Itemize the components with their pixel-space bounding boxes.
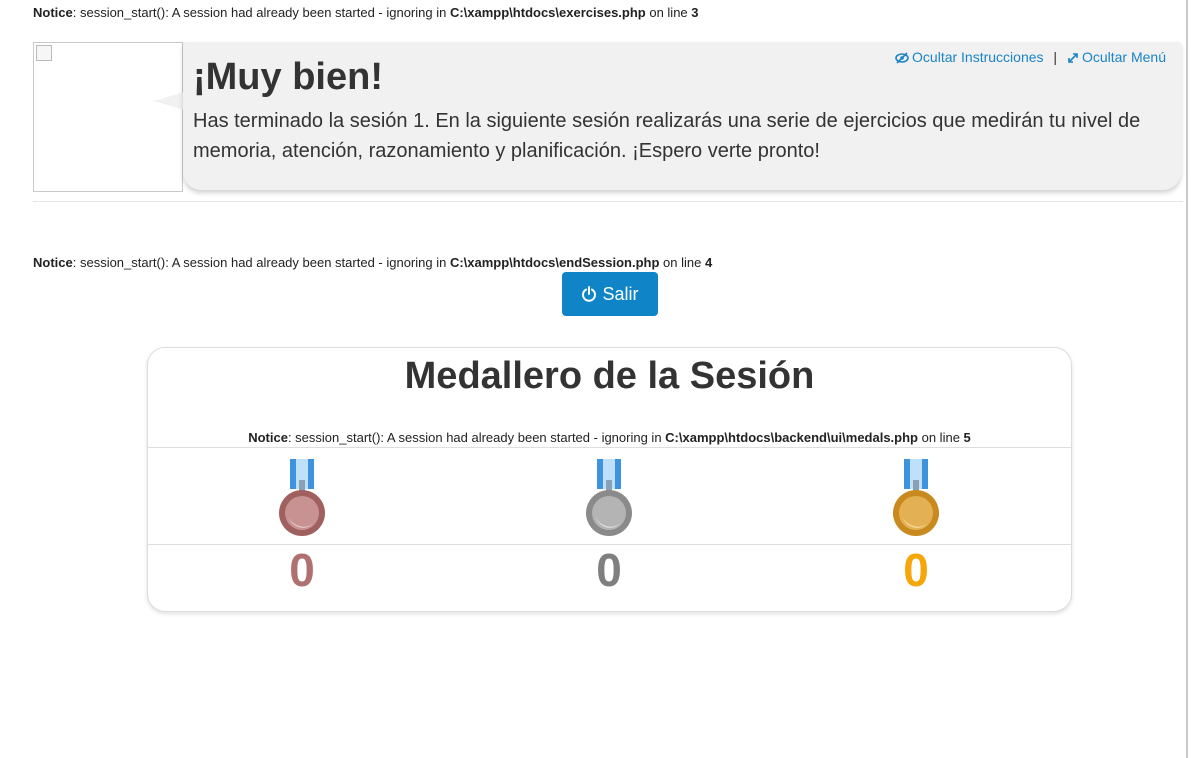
- notice-line-number: 4: [704, 255, 713, 270]
- notice-file: C:\xampp\htdocs\backend\ui\medals.php: [665, 430, 918, 445]
- hide-instructions-link[interactable]: Ocultar Instrucciones: [895, 49, 1047, 65]
- notice-prefix: Notice: [248, 430, 288, 445]
- gold-count: 0: [903, 544, 929, 596]
- table-divider: [148, 447, 1071, 448]
- hide-menu-label: Ocultar Menú: [1081, 49, 1166, 65]
- notice-prefix: Notice: [33, 255, 73, 270]
- notice-file: C:\xampp\htdocs\endSession.php: [449, 255, 660, 270]
- bronze-count: 0: [289, 544, 315, 596]
- bronze-medal-icon: [279, 459, 325, 536]
- speech-bubble-tail: [154, 92, 184, 110]
- medal-board: Medallero de la Sesión Notice: session_s…: [147, 347, 1072, 612]
- php-notice: Notice: session_start(): A session had a…: [148, 430, 1071, 445]
- notice-message: : session_start(): A session had already…: [287, 430, 666, 445]
- notice-on-line: on line: [918, 430, 964, 445]
- php-notice: Notice: session_start(): A session had a…: [33, 255, 712, 270]
- instruction-bubble: Ocultar Instrucciones | Ocultar Menú ¡Mu…: [183, 42, 1181, 190]
- eye-slash-icon: [895, 52, 909, 64]
- divider: [33, 201, 1183, 202]
- notice-message: : session_start(): A session had already…: [72, 255, 450, 270]
- php-notice: Notice: session_start(): A session had a…: [33, 5, 699, 20]
- exit-button[interactable]: Salir: [562, 272, 658, 316]
- link-separator: |: [1053, 49, 1058, 65]
- bubble-title: ¡Muy bien!: [193, 56, 383, 98]
- hide-instructions-label: Ocultar Instrucciones: [912, 49, 1044, 65]
- bubble-links: Ocultar Instrucciones | Ocultar Menú: [895, 49, 1166, 65]
- medal-board-title: Medallero de la Sesión: [404, 355, 815, 397]
- hide-menu-link[interactable]: Ocultar Menú: [1063, 49, 1166, 65]
- notice-on-line: on line: [645, 5, 692, 20]
- notice-file: C:\xampp\htdocs\exercises.php: [449, 5, 646, 20]
- bubble-message: Has terminado la sesión 1. En la siguien…: [193, 110, 1141, 162]
- notice-prefix: Notice: [33, 5, 73, 20]
- window-right-border: [1186, 0, 1188, 758]
- avatar-image: [33, 42, 183, 192]
- exit-button-label: Salir: [602, 283, 639, 304]
- gold-medal-icon: [893, 459, 939, 536]
- silver-medal-icon: [586, 459, 632, 536]
- notice-message: : session_start(): A session had already…: [72, 5, 450, 20]
- power-icon: [582, 286, 597, 302]
- expand-icon: [1068, 53, 1078, 63]
- notice-on-line: on line: [659, 255, 705, 270]
- notice-line-number: 3: [691, 5, 699, 20]
- silver-count: 0: [596, 544, 622, 596]
- broken-image-icon: [36, 45, 52, 61]
- notice-line-number: 5: [963, 430, 971, 445]
